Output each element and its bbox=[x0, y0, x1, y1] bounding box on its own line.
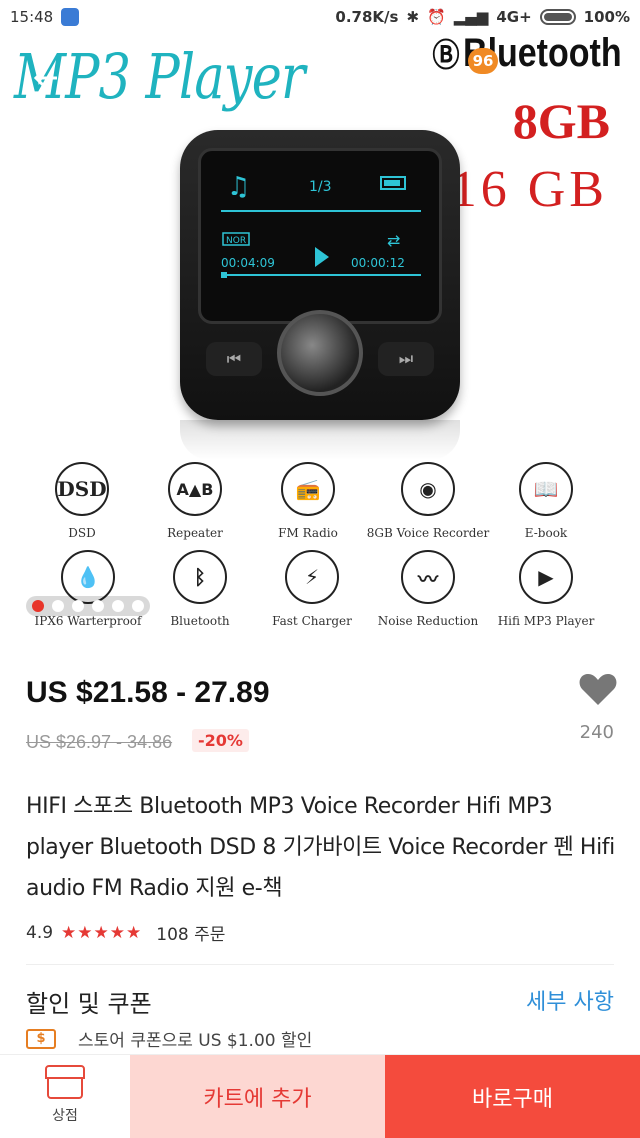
share-icon[interactable] bbox=[502, 58, 542, 98]
play-icon bbox=[315, 247, 329, 267]
back-icon[interactable] bbox=[26, 58, 66, 98]
radio-icon: 📻 bbox=[281, 462, 335, 516]
waveform-icon: 〰 bbox=[401, 550, 455, 604]
network-speed: 0.78K/s bbox=[335, 8, 399, 26]
screen-mode: NOR bbox=[226, 236, 246, 246]
bluetooth-icon: ᛒ bbox=[173, 550, 227, 604]
discount-badge: -20% bbox=[192, 729, 249, 752]
device-screen: ♫ 1/3 NOR ⇄ 00:04:09 00:00:12 bbox=[198, 148, 442, 324]
heart-icon[interactable] bbox=[579, 672, 617, 706]
wishlist-count: 240 bbox=[579, 722, 614, 743]
bluetooth-status-icon: ✱ bbox=[406, 8, 420, 26]
bottom-action-bar: 상점 카트에 추가 바로구매 bbox=[0, 1054, 640, 1138]
product-title: HIFI 스포츠 Bluetooth MP3 Voice Recorder Hi… bbox=[26, 794, 615, 901]
alarm-icon: ⏰ bbox=[427, 8, 446, 26]
signal-icon: ▂▄▆ bbox=[453, 8, 489, 26]
carousel-dot[interactable] bbox=[32, 600, 44, 612]
mp3-device: ♫ 1/3 NOR ⇄ 00:04:09 00:00:12 ⏮ ⏭ bbox=[180, 130, 460, 460]
store-button[interactable]: 상점 bbox=[0, 1055, 130, 1138]
search-icon[interactable] bbox=[346, 58, 386, 98]
lightning-icon: ⚡ bbox=[285, 550, 339, 604]
next-button-graphic: ⏭ bbox=[378, 342, 434, 376]
play-circle-icon: ▶ bbox=[519, 550, 573, 604]
coupon-section-title: 할인 및 쿠폰 bbox=[26, 990, 152, 1018]
feature-fm-radio: 📻 FM Radio bbox=[238, 462, 378, 540]
control-knob bbox=[277, 310, 363, 396]
wishlist-button[interactable] bbox=[578, 672, 618, 710]
speaker-icon: ◉ bbox=[401, 462, 455, 516]
image-capacity-8gb: 8GB bbox=[512, 93, 610, 149]
buy-now-button[interactable]: 바로구매 bbox=[385, 1055, 640, 1138]
carousel-dot[interactable] bbox=[132, 600, 144, 612]
screen-track: 1/3 bbox=[309, 179, 332, 195]
store-icon bbox=[45, 1064, 85, 1099]
device-screen-graphic: ♫ 1/3 NOR ⇄ 00:04:09 00:00:12 bbox=[221, 172, 421, 278]
order-count: 108 주문 bbox=[156, 925, 226, 945]
coupon-icon: $ bbox=[26, 1028, 56, 1049]
screen-elapsed: 00:04:09 bbox=[221, 256, 275, 270]
status-time: 15:48 bbox=[10, 8, 54, 26]
product-image-carousel[interactable]: MP3 Player Ⓑ Bluetooth 8GB 16 GB ♫ 1/3 N… bbox=[0, 0, 640, 650]
carousel-dot[interactable] bbox=[92, 600, 104, 612]
status-bar: 15:48 0.78K/s ✱ ⏰ ▂▄▆ 4G+ 100% bbox=[0, 0, 640, 34]
cart-badge: 96 bbox=[468, 48, 498, 74]
screen-remaining: 00:00:12 bbox=[351, 256, 405, 270]
store-coupon-text: 스토어 쿠폰으로 US $1.00 할인 bbox=[78, 1031, 313, 1051]
star-rating-icon: ★★★★★ bbox=[61, 922, 143, 943]
store-label: 상점 bbox=[52, 1107, 78, 1124]
repeat-icon: ⇄ bbox=[387, 231, 400, 250]
dsd-icon: DSD bbox=[55, 462, 109, 516]
carousel-indicator[interactable] bbox=[26, 596, 150, 616]
feature-hifi-player: ▶ Hifi MP3 Player bbox=[476, 550, 616, 628]
coupon-details-link[interactable]: 세부 사항 bbox=[526, 984, 614, 1016]
divider bbox=[26, 964, 614, 965]
repeater-icon: A▲B bbox=[168, 462, 222, 516]
rating-row: 4.9 ★★★★★ 108 주문 bbox=[26, 920, 226, 946]
original-price: US $26.97 - 34.86 bbox=[26, 732, 173, 752]
carousel-dot[interactable] bbox=[112, 600, 124, 612]
image-capacity-16gb: 16 GB bbox=[450, 161, 608, 218]
feature-ebook: 📖 E-book bbox=[476, 462, 616, 540]
music-note-icon: ♫ bbox=[227, 172, 250, 202]
product-price: US $21.58 - 27.89 bbox=[26, 676, 270, 709]
signal-type: 4G+ bbox=[496, 8, 532, 26]
rating-value: 4.9 bbox=[26, 922, 54, 943]
add-to-cart-button[interactable]: 카트에 추가 bbox=[130, 1055, 385, 1138]
carousel-dot[interactable] bbox=[52, 600, 64, 612]
app-root: MP3 Player Ⓑ Bluetooth 8GB 16 GB ♫ 1/3 N… bbox=[0, 0, 640, 1138]
prev-button-graphic: ⏮ bbox=[206, 342, 262, 376]
more-icon[interactable] bbox=[582, 58, 622, 98]
cart-icon[interactable] bbox=[424, 58, 464, 98]
book-icon: 📖 bbox=[519, 462, 573, 516]
battery-icon bbox=[539, 9, 576, 25]
app-notification-icon bbox=[61, 8, 80, 26]
battery-level: 100% bbox=[583, 8, 630, 26]
carousel-dot[interactable] bbox=[72, 600, 84, 612]
store-coupon-row[interactable]: $ 스토어 쿠폰으로 US $1.00 할인 bbox=[26, 1026, 312, 1051]
